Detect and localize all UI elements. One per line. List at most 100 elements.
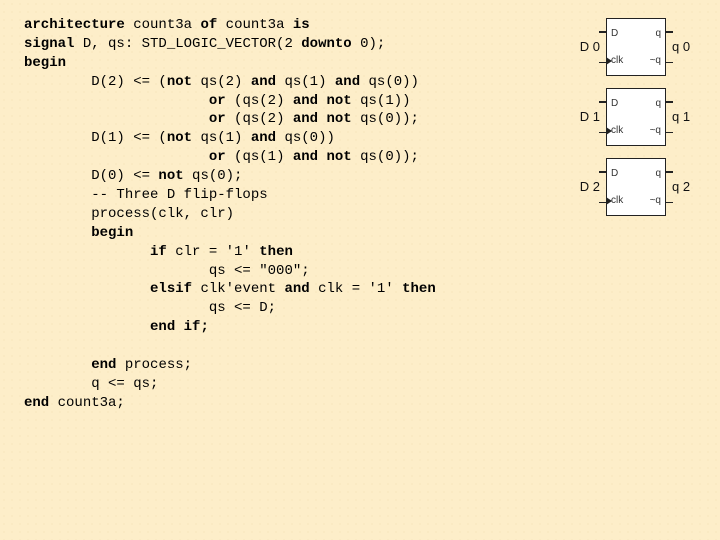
- code-text: clr = '1': [167, 244, 259, 260]
- code-text: D(1) <= (: [24, 130, 167, 146]
- kw-then: then: [402, 281, 436, 297]
- code-text: (qs(1): [226, 149, 293, 165]
- kw-end: end: [91, 357, 116, 373]
- pin-stub: [665, 171, 673, 173]
- code-text: D(2) <= (: [24, 74, 167, 90]
- pin-d-label: D: [611, 97, 618, 111]
- code-text: [24, 244, 150, 260]
- q-output-label: q 2: [672, 178, 700, 196]
- pin-d-label: D: [611, 27, 618, 41]
- code-text: D(0) <=: [24, 168, 158, 184]
- code-comment: -- Three D flip-flops: [24, 187, 268, 203]
- code-text: qs <= D;: [24, 300, 276, 316]
- code-text: qs(2): [192, 74, 251, 90]
- code-text: D, qs: STD_LOGIC_VECTOR(2: [74, 36, 301, 52]
- code-text: (qs(2): [226, 93, 293, 109]
- kw-begin: begin: [91, 225, 133, 241]
- pin-stub: [599, 31, 607, 33]
- code-text: [24, 111, 209, 127]
- d-input-label: D 1: [572, 108, 600, 126]
- code-text: count3a;: [49, 395, 125, 411]
- pin-d-label: D: [611, 167, 618, 181]
- kw-end-if: end if;: [150, 319, 209, 335]
- pin-clk-label: clk: [611, 194, 623, 208]
- pin-stub: [665, 101, 673, 103]
- pin-stub: [599, 171, 607, 173]
- d-input-label: D 0: [572, 38, 600, 56]
- d-input-label: D 2: [572, 178, 600, 196]
- kw-and: and: [335, 74, 360, 90]
- kw-signal: signal: [24, 36, 74, 52]
- d-flip-flop-icon: D q clk ~q: [606, 158, 666, 216]
- flip-flop-row-2: D 2 D q clk ~q q 2: [572, 158, 700, 216]
- pin-nq-label: ~q: [650, 124, 661, 138]
- kw-not: not: [327, 149, 352, 165]
- d-flip-flop-icon: D q clk ~q: [606, 88, 666, 146]
- code-text: 0);: [352, 36, 386, 52]
- pin-q-label: q: [655, 167, 661, 181]
- pin-q-label: q: [655, 97, 661, 111]
- kw-or: or: [209, 111, 226, 127]
- code-text: [24, 319, 150, 335]
- code-text: process(clk, clr): [24, 206, 234, 222]
- q-output-label: q 1: [672, 108, 700, 126]
- code-text: qs(1): [192, 130, 251, 146]
- code-text: qs(0)): [276, 130, 335, 146]
- code-text: [24, 149, 209, 165]
- code-text: [318, 149, 326, 165]
- code-text: clk'event: [192, 281, 284, 297]
- kw-not: not: [167, 130, 192, 146]
- pin-stub: [665, 202, 673, 204]
- vhdl-code-block: architecture count3a of count3a is signa…: [24, 16, 436, 413]
- code-text: qs(0)): [360, 74, 419, 90]
- kw-or: or: [209, 93, 226, 109]
- kw-if: if: [150, 244, 167, 260]
- code-text: count3a: [217, 17, 293, 33]
- kw-elsif: elsif: [150, 281, 192, 297]
- code-text: [24, 93, 209, 109]
- kw-then: then: [259, 244, 293, 260]
- code-text: process;: [116, 357, 192, 373]
- kw-and: and: [293, 93, 318, 109]
- kw-downto: downto: [301, 36, 351, 52]
- kw-begin: begin: [24, 55, 66, 71]
- kw-not: not: [167, 74, 192, 90]
- pin-nq-label: ~q: [650, 194, 661, 208]
- code-text: qs(0));: [352, 149, 419, 165]
- d-flip-flop-icon: D q clk ~q: [606, 18, 666, 76]
- flip-flop-diagram-group: D 0 D q clk ~q q 0 D 1 D q clk ~q q 1: [572, 18, 700, 216]
- kw-or: or: [209, 149, 226, 165]
- pin-clk-label: clk: [611, 124, 623, 138]
- kw-and: and: [293, 149, 318, 165]
- kw-is: is: [293, 17, 310, 33]
- kw-not: not: [158, 168, 183, 184]
- kw-and: and: [293, 111, 318, 127]
- code-text: qs(0);: [184, 168, 243, 184]
- kw-and: and: [284, 281, 309, 297]
- code-text: clk = '1': [310, 281, 402, 297]
- code-text: [318, 93, 326, 109]
- pin-stub: [665, 62, 673, 64]
- pin-stub: [665, 132, 673, 134]
- kw-not: not: [327, 111, 352, 127]
- pin-stub: [599, 101, 607, 103]
- code-text: qs(1): [276, 74, 335, 90]
- code-text: (qs(2): [226, 111, 293, 127]
- kw-and: and: [251, 74, 276, 90]
- q-output-label: q 0: [672, 38, 700, 56]
- pin-clk-label: clk: [611, 54, 623, 68]
- code-text: count3a: [125, 17, 201, 33]
- kw-of: of: [200, 17, 217, 33]
- code-text: qs(0));: [352, 111, 419, 127]
- code-text: qs(1)): [352, 93, 411, 109]
- pin-stub: [665, 31, 673, 33]
- code-text: [24, 225, 91, 241]
- kw-and: and: [251, 130, 276, 146]
- code-text: qs <= "000";: [24, 263, 310, 279]
- kw-not: not: [327, 93, 352, 109]
- code-text: [318, 111, 326, 127]
- flip-flop-row-0: D 0 D q clk ~q q 0: [572, 18, 700, 76]
- pin-nq-label: ~q: [650, 54, 661, 68]
- kw-architecture: architecture: [24, 17, 125, 33]
- pin-q-label: q: [655, 27, 661, 41]
